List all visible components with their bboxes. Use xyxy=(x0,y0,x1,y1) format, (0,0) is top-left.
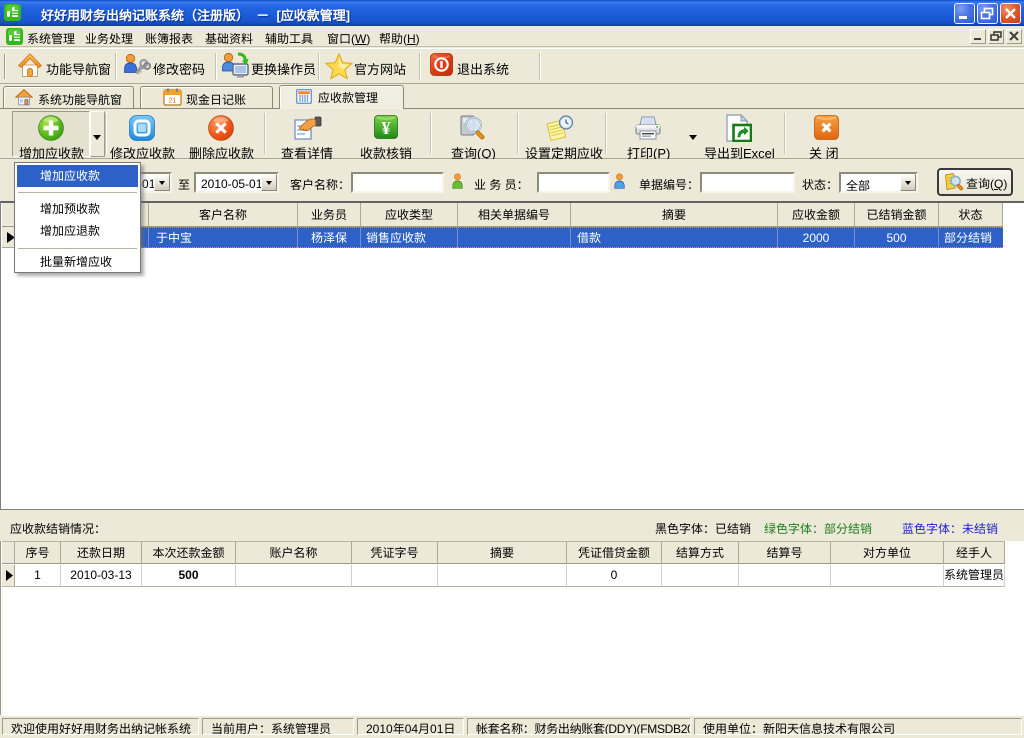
svg-text:¥: ¥ xyxy=(382,118,391,138)
svg-text:21: 21 xyxy=(169,98,177,105)
